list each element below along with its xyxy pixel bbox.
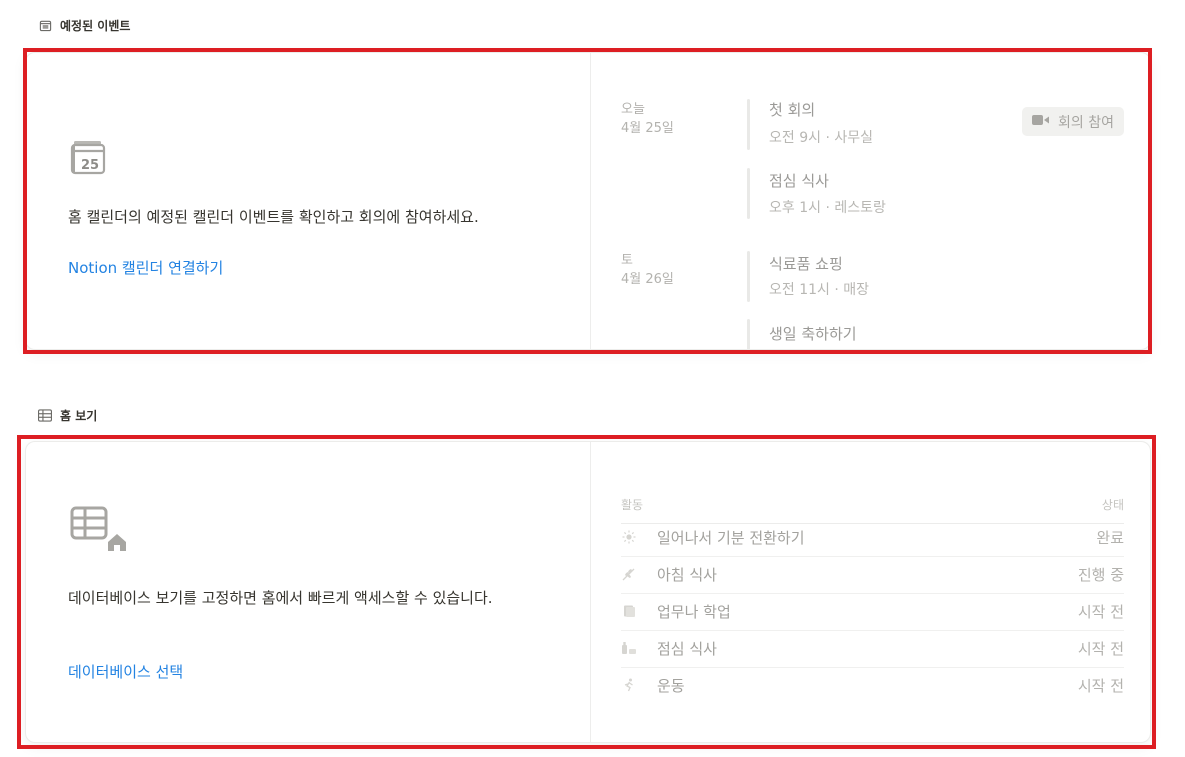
events-section-header: 예정된 이벤트 (38, 17, 130, 34)
row-status: 완료 (1096, 529, 1124, 547)
row-activity: 점심 식사 (657, 640, 717, 658)
row-activity: 운동 (657, 677, 685, 695)
column-status: 상태 (1101, 498, 1124, 512)
views-card-intro: 데이터베이스 보기를 고정하면 홈에서 빠르게 액세스할 수 있습니다. 데이터… (26, 442, 590, 742)
day-date: 4월 25일 (621, 121, 674, 136)
event-color-bar (747, 168, 750, 219)
event-title[interactable]: 첫 회의 (769, 99, 815, 120)
join-meeting-label: 회의 참여 (1058, 114, 1114, 131)
event-color-bar (747, 319, 750, 349)
event-title[interactable]: 생일 축하하기 (769, 323, 857, 344)
sun-icon (621, 529, 637, 545)
row-status: 시작 전 (1077, 677, 1124, 695)
home-database-icon (70, 504, 130, 556)
calendar-day-number: 25 (81, 158, 99, 173)
day-date: 4월 26일 (621, 272, 674, 287)
row-activity: 업무나 학업 (657, 603, 731, 621)
event-color-bar (747, 251, 750, 302)
wheat-icon (621, 566, 637, 582)
views-description: 데이터베이스 보기를 고정하면 홈에서 빠르게 액세스할 수 있습니다. (68, 589, 493, 607)
events-section-title: 예정된 이벤트 (60, 19, 131, 33)
big-calendar-icon: 25 (70, 139, 106, 179)
event-detail: 오후 1시 · 레스토랑 (769, 200, 886, 216)
row-activity: 아침 식사 (657, 566, 717, 584)
book-icon (621, 603, 637, 619)
events-card-intro: 25 홈 캘린더의 예정된 캘린더 이벤트를 확인하고 회의에 참여하세요. N… (26, 53, 590, 349)
event-detail: 오전 11시 · 매장 (769, 282, 870, 298)
event-title[interactable]: 식료품 쇼핑 (769, 253, 843, 274)
table-row[interactable]: 일어나서 기분 전환하기 완료 (621, 519, 1124, 557)
views-table: 활동 상태 일어나서 기분 전환하기 완료 아침 식사 진행 중 업무나 학업 … (591, 442, 1150, 742)
views-card: 데이터베이스 보기를 고정하면 홈에서 빠르게 액세스할 수 있습니다. 데이터… (25, 441, 1151, 743)
table-row[interactable]: 아침 식사 진행 중 (621, 556, 1124, 594)
events-list: 오늘 4월 25일 토 4월 26일 첫 회의 오전 9시 · 사무실 점심 식… (591, 53, 1150, 349)
video-camera-icon (1032, 114, 1050, 130)
events-card: 25 홈 캘린더의 예정된 캘린더 이벤트를 확인하고 회의에 참여하세요. N… (25, 52, 1151, 350)
row-status: 진행 중 (1077, 566, 1124, 584)
event-detail: 오전 9시 · 사무실 (769, 130, 873, 146)
row-activity: 일어나서 기분 전환하기 (657, 529, 805, 547)
views-section-title: 홈 보기 (60, 409, 98, 423)
day-label: 토 (621, 253, 633, 268)
table-row[interactable]: 운동 시작 전 (621, 667, 1124, 704)
event-title[interactable]: 점심 식사 (769, 170, 829, 191)
event-color-bar (747, 99, 750, 150)
join-meeting-button[interactable]: 회의 참여 (1022, 107, 1124, 136)
day-saturday: 토 4월 26일 (621, 251, 674, 289)
row-status: 시작 전 (1077, 640, 1124, 658)
views-section-header: 홈 보기 (38, 407, 97, 424)
row-status: 시작 전 (1077, 603, 1124, 621)
table-row[interactable]: 업무나 학업 시작 전 (621, 593, 1124, 631)
column-activity: 활동 (621, 498, 644, 512)
running-icon (621, 677, 637, 693)
events-description: 홈 캘린더의 예정된 캘린더 이벤트를 확인하고 회의에 참여하세요. (68, 208, 479, 226)
day-today: 오늘 4월 25일 (621, 100, 674, 138)
connect-calendar-link[interactable]: Notion 캘린더 연결하기 (68, 257, 223, 278)
calendar-icon (38, 19, 52, 33)
meal-icon (621, 640, 637, 656)
select-database-link[interactable]: 데이터베이스 선택 (68, 661, 183, 682)
day-label: 오늘 (621, 102, 645, 117)
table-row[interactable]: 점심 식사 시작 전 (621, 630, 1124, 668)
table-icon (38, 409, 52, 423)
